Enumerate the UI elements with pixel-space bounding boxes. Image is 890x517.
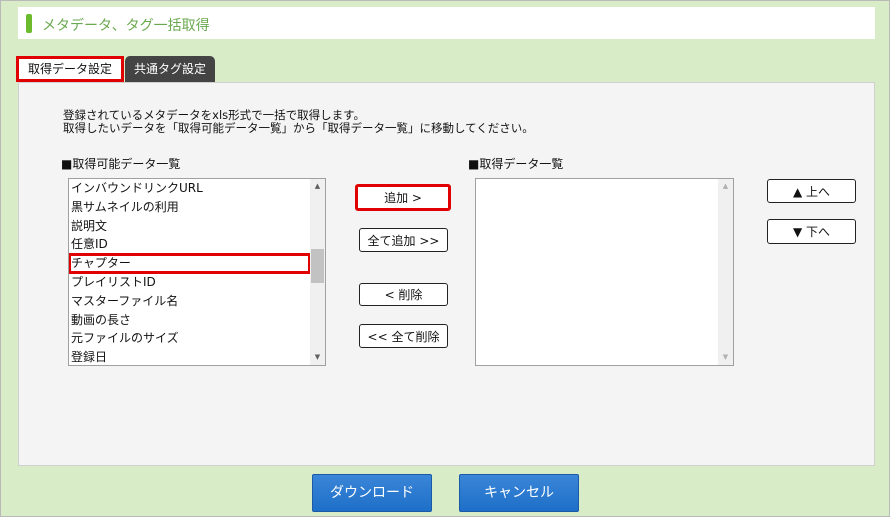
page-title: メタデータ、タグ一括取得 [42,18,210,34]
list-item-black-thumbnail[interactable]: 黒サムネイルの利用 [69,198,310,217]
list-item-registration-date[interactable]: 登録日 [69,348,310,365]
header-accent-bar [26,14,32,33]
cancel-button[interactable]: キャンセル [459,474,579,512]
list-item-playlist-id[interactable]: プレイリストID [69,273,310,292]
remove-button[interactable]: < 削除 [359,283,448,306]
available-items: インバウンドリンクURL 黒サムネイルの利用 説明文 任意ID チャプター プレ… [69,179,311,365]
move-up-button[interactable]: ▲ 上へ [767,179,856,203]
list-item-original-file-size[interactable]: 元ファイルのサイズ [69,329,310,348]
add-button[interactable]: 追加 > [355,184,451,211]
remove-all-button[interactable]: << 全て削除 [359,324,448,348]
available-list-label: ■取得可能データ一覧 [61,157,181,171]
add-all-button[interactable]: 全て追加 >> [359,228,448,252]
list-item-description[interactable]: 説明文 [69,217,310,236]
selected-data-listbox[interactable]: ▲ ▼ [475,178,734,366]
tab-acquire-data-settings[interactable]: 取得データ設定 [16,56,124,82]
scroll-up-arrow-icon[interactable]: ▲ [310,179,325,194]
settings-panel: 登録されているメタデータをxls形式で一括で取得します。 取得したいデータを「取… [18,82,875,466]
scroll-up-arrow-icon[interactable]: ▲ [718,179,733,194]
selected-list-label: ■取得データ一覧 [468,157,564,171]
list-item-custom-id[interactable]: 任意ID [69,235,310,254]
list-item-master-file-name[interactable]: マスターファイル名 [69,292,310,311]
scrollbar-thumb[interactable] [311,249,324,283]
move-down-button[interactable]: ▼ 下へ [767,219,856,244]
description: 登録されているメタデータをxls形式で一括で取得します。 取得したいデータを「取… [63,109,534,135]
tab-common-tag-settings[interactable]: 共通タグ設定 [125,56,215,82]
selected-list-scrollbar[interactable]: ▲ ▼ [718,179,733,365]
page-header: メタデータ、タグ一括取得 [18,7,875,39]
available-list-scrollbar[interactable]: ▲ ▼ [310,179,325,365]
description-line-2: 取得したいデータを「取得可能データ一覧」から「取得データ一覧」に移動してください… [63,121,534,135]
list-item-chapter[interactable]: チャプター [69,253,311,274]
scroll-down-arrow-icon[interactable]: ▼ [310,350,325,365]
scroll-down-arrow-icon[interactable]: ▼ [718,350,733,365]
available-data-listbox[interactable]: インバウンドリンクURL 黒サムネイルの利用 説明文 任意ID チャプター プレ… [68,178,326,366]
list-item-video-length[interactable]: 動画の長さ [69,311,310,330]
download-button[interactable]: ダウンロード [312,474,432,512]
list-item-inbound-link-url[interactable]: インバウンドリンクURL [69,179,310,198]
